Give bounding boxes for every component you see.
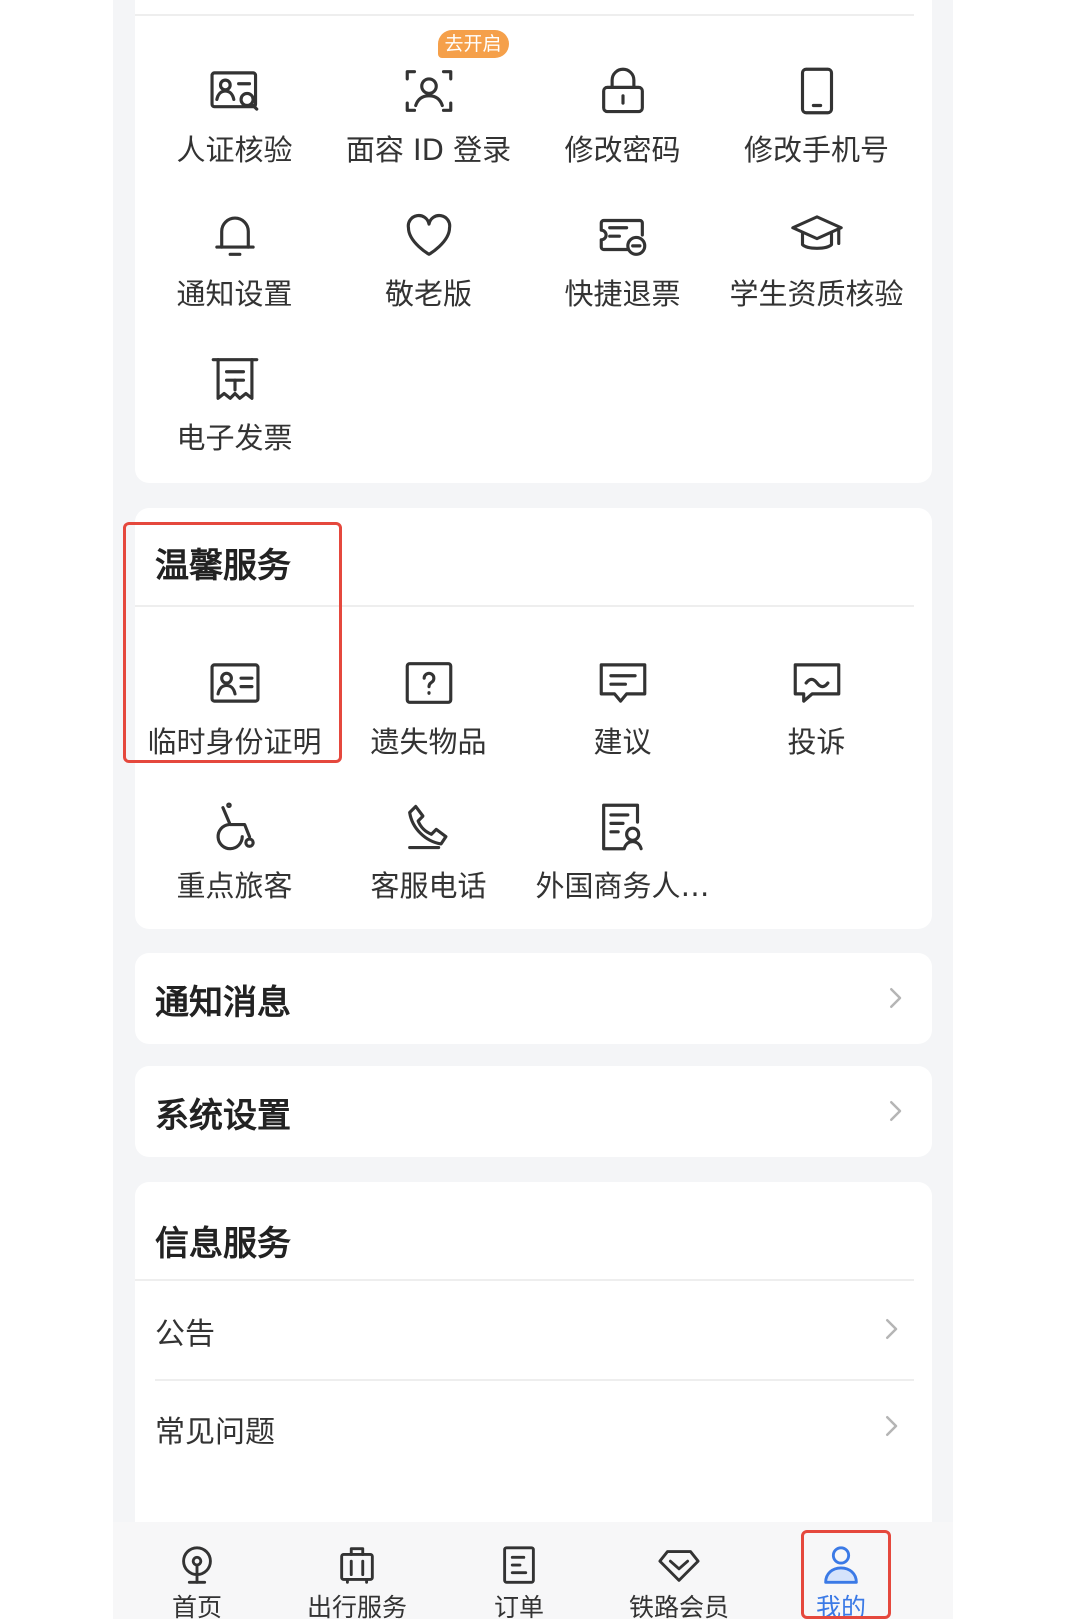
info-row-faq[interactable]: 常见问题: [135, 1381, 932, 1479]
member-diamond-icon: [656, 1542, 702, 1588]
phone-screen: 人证核验 去开启 面容 ID 登录 修改密码 修改手机号 通知设置 敬老版 快捷…: [113, 0, 953, 1619]
phone-icon: [788, 62, 846, 120]
warm-item-temp-id[interactable]: 临时身份证明: [135, 654, 334, 784]
warm-item-label: 重点旅客: [176, 869, 293, 903]
tab-label: 首页: [171, 1593, 222, 1619]
account-item-elderly-mode[interactable]: 敬老版: [329, 206, 528, 336]
wheelchair-icon: [206, 798, 264, 856]
tab-home[interactable]: 首页: [113, 1522, 281, 1619]
faq-label: 常见问题: [155, 1415, 275, 1450]
graduation-cap-icon: [788, 206, 846, 264]
warm-services-card: 温馨服务 临时身份证明 遗失物品 建议 投诉 重点旅客 客服电话 外国商务人…: [135, 508, 932, 929]
warm-services-divider: [135, 605, 914, 607]
warm-item-label: 临时身份证明: [147, 725, 322, 759]
chevron-right-icon: [880, 983, 910, 1013]
account-item-label: 人证核验: [176, 133, 293, 167]
account-card: 人证核验 去开启 面容 ID 登录 修改密码 修改手机号 通知设置 敬老版 快捷…: [135, 0, 932, 483]
face-id-badge[interactable]: 去开启: [437, 30, 509, 58]
warm-item-label: 遗失物品: [370, 725, 487, 759]
warm-services-title: 温馨服务: [155, 546, 291, 586]
tab-label: 出行服务: [306, 1593, 407, 1619]
warm-item-label: 投诉: [787, 725, 846, 759]
account-item-label: 学生资质核验: [729, 277, 904, 311]
complaint-bubble-icon: [788, 654, 846, 712]
foreign-business-doc-icon: [594, 798, 652, 856]
home-icon: [174, 1542, 220, 1588]
account-item-e-invoice[interactable]: 电子发票: [135, 350, 334, 480]
ticket-refund-icon: [594, 206, 652, 264]
warm-item-foreign-business[interactable]: 外国商务人…: [523, 798, 722, 928]
warm-item-label: 建议: [593, 725, 652, 759]
lock-icon: [594, 62, 652, 120]
account-item-label: 通知设置: [176, 277, 293, 311]
account-item-label: 电子发票: [176, 421, 293, 455]
account-item-change-phone[interactable]: 修改手机号: [717, 62, 916, 192]
warm-item-suggestion[interactable]: 建议: [523, 654, 722, 784]
account-item-student-verify[interactable]: 学生资质核验: [717, 206, 916, 336]
user-icon: [818, 1542, 864, 1588]
warm-item-label: 外国商务人…: [535, 869, 710, 903]
order-icon: [496, 1542, 542, 1588]
account-item-notification-settings[interactable]: 通知设置: [135, 206, 334, 336]
top-divider: [135, 14, 914, 16]
tab-label: 我的: [815, 1593, 866, 1619]
customer-phone-icon: [400, 798, 458, 856]
tab-mine[interactable]: 我的: [757, 1522, 925, 1619]
heart-icon: [400, 206, 458, 264]
info-services-title: 信息服务: [155, 1224, 291, 1264]
notice-messages-row[interactable]: 通知消息: [135, 953, 932, 1044]
bell-icon: [206, 206, 264, 264]
account-item-label: 敬老版: [384, 277, 472, 311]
suggestion-bubble-icon: [594, 654, 652, 712]
luggage-icon: [334, 1542, 380, 1588]
account-item-face-id[interactable]: 去开启 面容 ID 登录: [329, 30, 528, 192]
question-box-icon: [400, 654, 458, 712]
warm-item-lost-items[interactable]: 遗失物品: [329, 654, 528, 784]
tab-label: 订单: [493, 1593, 544, 1619]
tab-label: 铁路会员: [628, 1593, 729, 1619]
notice-messages-label: 通知消息: [155, 983, 291, 1023]
info-row-announcement[interactable]: 公告: [135, 1281, 932, 1379]
system-settings-label: 系统设置: [155, 1096, 291, 1136]
warm-item-complaint[interactable]: 投诉: [717, 654, 916, 784]
account-item-label: 修改手机号: [743, 133, 889, 167]
tab-orders[interactable]: 订单: [435, 1522, 603, 1619]
account-item-change-password[interactable]: 修改密码: [523, 62, 722, 192]
face-id-icon: 去开启: [400, 30, 509, 120]
chevron-right-icon: [876, 1411, 906, 1441]
bottom-tab-bar: 首页 出行服务 订单 铁路会员 我的: [113, 1522, 953, 1619]
chevron-right-icon: [876, 1314, 906, 1344]
warm-item-label: 客服电话: [370, 869, 487, 903]
tab-travel-services[interactable]: 出行服务: [273, 1522, 441, 1619]
account-item-label: 快捷退票: [564, 277, 681, 311]
system-settings-row[interactable]: 系统设置: [135, 1066, 932, 1157]
announcement-label: 公告: [155, 1317, 215, 1352]
warm-item-priority-passenger[interactable]: 重点旅客: [135, 798, 334, 928]
id-card-icon: [206, 654, 264, 712]
invoice-icon: [206, 350, 264, 408]
account-item-label: 面容 ID 登录: [345, 133, 512, 167]
warm-item-customer-phone[interactable]: 客服电话: [329, 798, 528, 928]
chevron-right-icon: [880, 1096, 910, 1126]
account-item-label: 修改密码: [564, 133, 681, 167]
id-verify-icon: [206, 62, 264, 120]
tab-railway-member[interactable]: 铁路会员: [595, 1522, 763, 1619]
info-services-card: 信息服务 公告 常见问题: [135, 1182, 932, 1542]
account-item-id-verify[interactable]: 人证核验: [135, 62, 334, 192]
account-item-quick-refund[interactable]: 快捷退票: [523, 206, 722, 336]
